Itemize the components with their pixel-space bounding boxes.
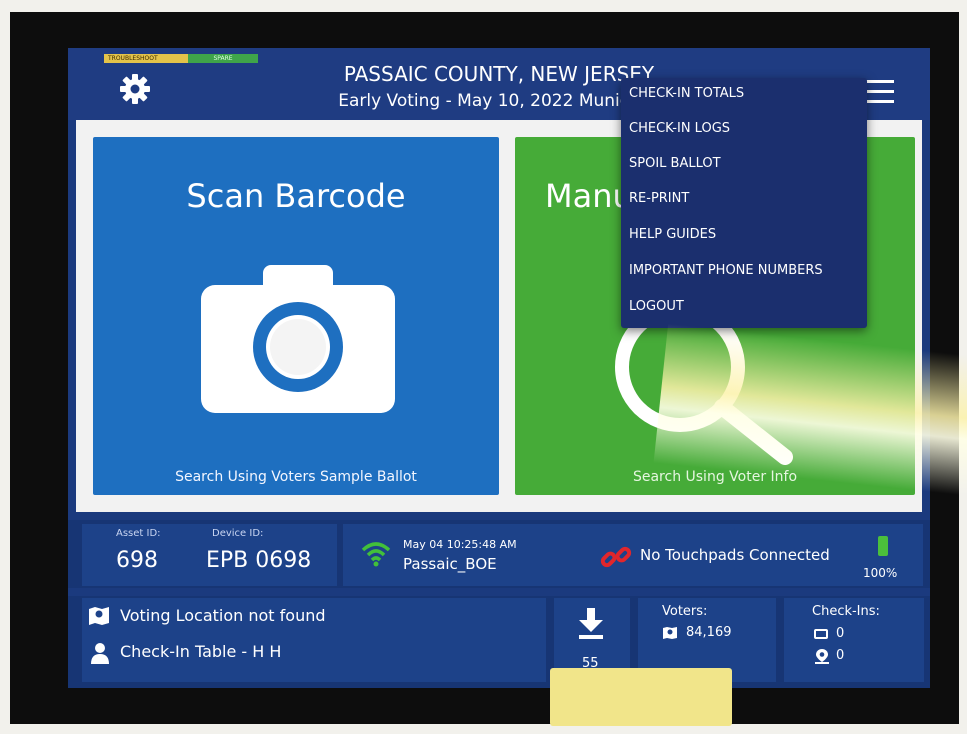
menu-item-spoil-ballot[interactable]: SPOIL BALLOT bbox=[629, 150, 721, 178]
scan-barcode-title: Scan Barcode bbox=[186, 177, 406, 215]
device-id-value: EPB 0698 bbox=[206, 548, 312, 573]
photo-border-top bbox=[0, 0, 967, 12]
location-marker-icon bbox=[815, 649, 829, 664]
status-bar: Asset ID: 698 Device ID: EPB 0698 May 04… bbox=[68, 520, 930, 588]
connection-panel: May 04 10:25:48 AM Passaic_BOE No Touchp… bbox=[343, 524, 923, 586]
map-icon bbox=[663, 627, 677, 639]
checkins-label: Check-Ins: bbox=[812, 604, 880, 619]
photo-border-left bbox=[0, 0, 10, 734]
broken-link-icon bbox=[600, 546, 632, 568]
voters-count: 84,169 bbox=[686, 625, 732, 640]
voters-label: Voters: bbox=[662, 604, 708, 619]
battery-level: 100% bbox=[863, 566, 898, 580]
download-icon bbox=[579, 608, 603, 639]
network-name: Passaic_BOE bbox=[403, 555, 497, 573]
camera-icon bbox=[201, 265, 395, 413]
footer-bar: Voting Location not found Check-In Table… bbox=[68, 596, 930, 688]
voting-location: Voting Location not found bbox=[120, 606, 326, 625]
tablet-icon bbox=[814, 629, 828, 639]
manual-search-subtitle: Search Using Voter Info bbox=[632, 469, 798, 485]
scan-barcode-tile[interactable]: Scan Barcode Search Using Voters Sample … bbox=[93, 137, 499, 495]
wifi-icon bbox=[361, 542, 391, 567]
voters-panel: Voters: 84,169 bbox=[638, 598, 776, 682]
hamburger-icon[interactable] bbox=[866, 80, 894, 104]
checkins-panel: Check-Ins: 0 0 bbox=[784, 598, 924, 682]
sync-timestamp: May 04 10:25:48 AM bbox=[403, 538, 517, 551]
checkins-device-count: 0 bbox=[836, 626, 845, 641]
download-panel[interactable]: 55 bbox=[554, 598, 630, 682]
asset-id-label: Asset ID: bbox=[116, 528, 161, 539]
pollbook-screen: TROUBLESHOOT SPARE PASSAIC COUNTY, NEW J… bbox=[68, 48, 930, 688]
menu-item-help-guides[interactable]: HELP GUIDES bbox=[629, 221, 716, 249]
menu-item-reprint[interactable]: RE-PRINT bbox=[629, 185, 689, 213]
scan-barcode-subtitle: Search Using Voters Sample Ballot bbox=[175, 469, 417, 485]
menu-item-checkin-logs[interactable]: CHECK-IN LOGS bbox=[629, 115, 730, 143]
map-pin-icon bbox=[89, 607, 109, 625]
main-menu-dropdown: CHECK-IN TOTALS CHECK-IN LOGS SPOIL BALL… bbox=[621, 78, 867, 328]
menu-item-checkin-totals[interactable]: CHECK-IN TOTALS bbox=[629, 80, 744, 108]
menu-item-phone-numbers[interactable]: IMPORTANT PHONE NUMBERS bbox=[629, 257, 823, 285]
battery-icon bbox=[878, 536, 888, 556]
location-panel: Voting Location not found Check-In Table… bbox=[82, 598, 546, 682]
device-id-label: Device ID: bbox=[212, 528, 264, 539]
download-count: 55 bbox=[582, 656, 599, 671]
photo-border-right bbox=[959, 0, 967, 734]
asset-id-value: 698 bbox=[116, 548, 158, 573]
checkin-table: Check-In Table - H H bbox=[120, 642, 282, 661]
magnifier-icon bbox=[615, 307, 793, 465]
touchpad-status: No Touchpads Connected bbox=[640, 546, 830, 564]
menu-item-logout[interactable]: LOGOUT bbox=[629, 293, 684, 321]
device-panel: Asset ID: 698 Device ID: EPB 0698 bbox=[82, 524, 337, 586]
checkins-location-count: 0 bbox=[836, 648, 845, 663]
photo-border-bottom bbox=[0, 724, 967, 734]
person-icon bbox=[91, 643, 109, 664]
